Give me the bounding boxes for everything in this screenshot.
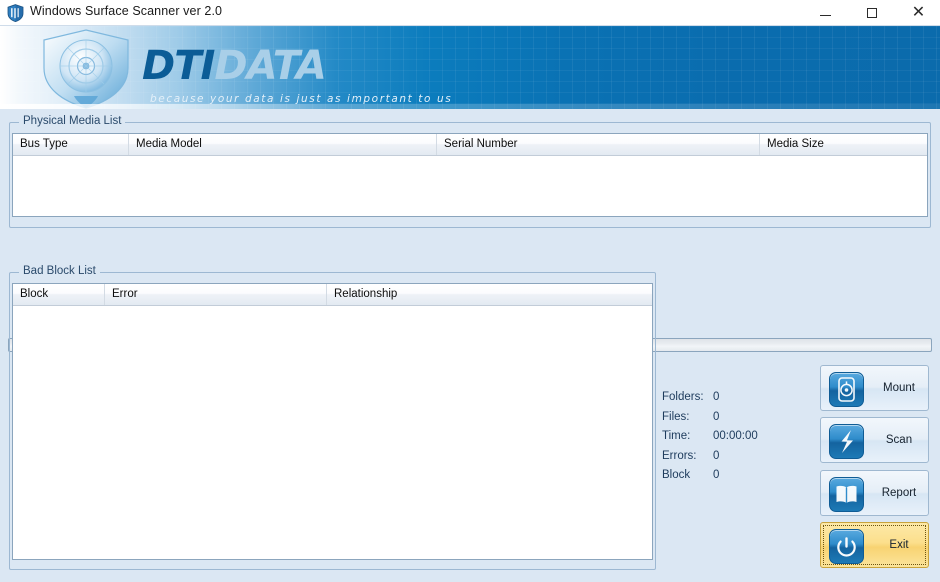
stat-files-label: Files: bbox=[662, 410, 690, 423]
physical-media-rows bbox=[13, 156, 927, 216]
stat-errors-value: 0 bbox=[713, 449, 720, 462]
stat-time-label: Time: bbox=[662, 430, 691, 442]
stat-time: Time: 00:00:00 bbox=[662, 430, 812, 450]
stat-files: Files: 0 bbox=[662, 411, 812, 431]
scan-button-label: Scan bbox=[885, 434, 913, 446]
brand-wordmark-secondary: DATA bbox=[214, 43, 326, 89]
minimize-icon bbox=[820, 14, 831, 16]
scan-button[interactable]: Scan bbox=[820, 417, 929, 463]
column-header-block[interactable]: Block bbox=[13, 284, 105, 305]
physical-media-header-row: Bus Type Media Model Serial Number Media… bbox=[13, 134, 927, 156]
maximize-button[interactable] bbox=[849, 0, 894, 25]
physical-media-list-legend: Physical Media List bbox=[19, 115, 126, 127]
close-button[interactable]: ✕ bbox=[896, 0, 940, 25]
column-header-bus-type[interactable]: Bus Type bbox=[13, 134, 129, 155]
stat-folders: Folders: 0 bbox=[662, 391, 812, 411]
stat-block-label: Block bbox=[662, 469, 691, 481]
main-content: Physical Media List Bus Type Media Model… bbox=[0, 109, 940, 582]
close-icon: ✕ bbox=[911, 3, 926, 21]
column-header-media-model[interactable]: Media Model bbox=[129, 134, 437, 155]
window-title: Windows Surface Scanner ver 2.0 bbox=[30, 4, 223, 18]
stat-folders-label: Folders: bbox=[662, 391, 704, 403]
stat-files-value: 0 bbox=[713, 410, 720, 423]
stat-errors-label: Errors: bbox=[662, 449, 697, 462]
power-icon bbox=[829, 529, 864, 564]
stat-block: Block 0 bbox=[662, 469, 812, 489]
open-book-icon bbox=[829, 477, 864, 512]
exit-button-label: Exit bbox=[889, 539, 909, 551]
hard-disk-icon bbox=[829, 372, 864, 407]
column-header-relationship[interactable]: Relationship bbox=[327, 284, 652, 305]
application-window: Windows Surface Scanner ver 2.0 ✕ DTIDAT… bbox=[0, 0, 940, 582]
report-button-label: Report bbox=[881, 487, 917, 499]
dtidata-shield-logo-icon bbox=[40, 28, 132, 109]
mount-button-label: Mount bbox=[883, 382, 915, 394]
column-header-error[interactable]: Error bbox=[105, 284, 327, 305]
minimize-button[interactable] bbox=[803, 0, 848, 25]
column-header-serial-number[interactable]: Serial Number bbox=[437, 134, 760, 155]
bad-block-list-legend: Bad Block List bbox=[19, 265, 100, 277]
maximize-icon bbox=[866, 7, 877, 18]
stat-folders-value: 0 bbox=[713, 391, 720, 403]
brand-wordmark-primary: DTI bbox=[142, 43, 215, 89]
brand-wordmark: DTIDATA bbox=[142, 43, 327, 90]
bad-block-listview[interactable]: Block Error Relationship bbox=[12, 283, 653, 560]
bad-block-header-row: Block Error Relationship bbox=[13, 284, 652, 306]
scan-statistics-panel: Folders: 0 Files: 0 Time: 00:00:00 Error… bbox=[662, 391, 812, 489]
banner-grid-pattern bbox=[0, 26, 940, 109]
bad-block-rows bbox=[13, 306, 652, 559]
physical-media-listview[interactable]: Bus Type Media Model Serial Number Media… bbox=[12, 133, 928, 217]
mount-button[interactable]: Mount bbox=[820, 365, 929, 411]
column-header-media-size[interactable]: Media Size bbox=[760, 134, 927, 155]
brand-banner: DTIDATA because your data is just as imp… bbox=[0, 26, 940, 109]
stat-time-value: 00:00:00 bbox=[713, 430, 758, 442]
stat-block-value: 0 bbox=[713, 469, 720, 481]
stat-errors: Errors: 0 bbox=[662, 450, 812, 470]
title-bar: Windows Surface Scanner ver 2.0 ✕ bbox=[0, 0, 940, 26]
lightning-bolt-icon bbox=[829, 424, 864, 459]
exit-button[interactable]: Exit bbox=[820, 522, 929, 568]
report-button[interactable]: Report bbox=[820, 470, 929, 516]
shield-icon bbox=[7, 4, 24, 23]
